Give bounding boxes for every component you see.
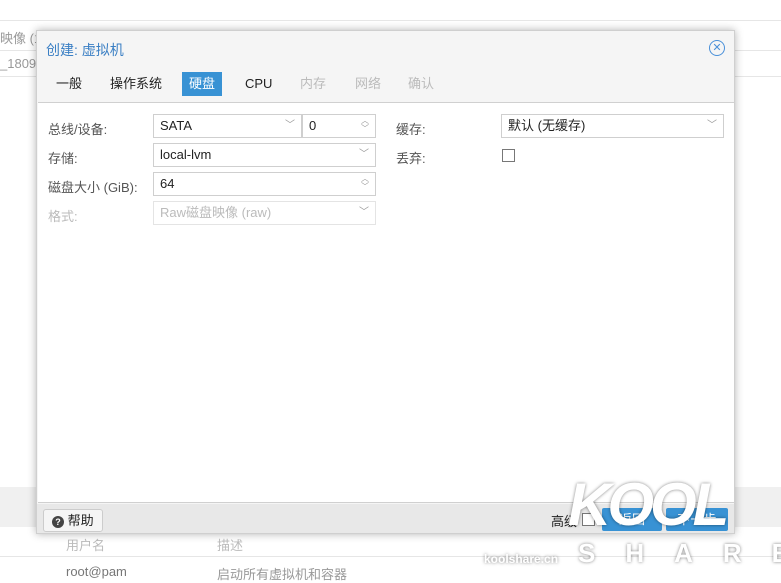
tab-disk[interactable]: 硬盘 [182, 72, 223, 96]
size-input[interactable]: 64 ︿ ﹀ [153, 172, 376, 196]
bus-label: 总线/设备: [48, 122, 108, 137]
chevron-down-icon: ﹀ [707, 120, 717, 131]
tab-memory: 内存 [300, 76, 327, 91]
bg-col-user: 用户名 [66, 538, 106, 553]
tab-cpu[interactable]: CPU [238, 72, 279, 96]
bg-desc: 启动所有虚拟机和容器 [217, 567, 348, 582]
bg-row-text: 映像 (1 [0, 31, 42, 46]
bus-value: SATA [160, 118, 193, 133]
storage-select[interactable]: local-lvm ﹀ [153, 143, 376, 167]
chevron-down-icon: ﹀ [359, 207, 369, 218]
create-vm-dialog: 创建: 虚拟机 ✕ 一般 操作系统 硬盘 CPU 内存 网络 确认 总线/设备:… [36, 30, 735, 534]
size-label: 磁盘大小 (GiB): [48, 180, 138, 195]
size-value: 64 [160, 176, 175, 191]
tab-confirm: 确认 [408, 76, 435, 91]
bg-row-text: _1809 [0, 56, 37, 71]
device-stepper[interactable]: 0 ︿ ﹀ [302, 114, 376, 138]
bg-divider [0, 20, 781, 21]
discard-label: 丢弃: [396, 151, 426, 166]
format-value: Raw磁盘映像 (raw) [160, 205, 272, 220]
tab-general[interactable]: 一般 [49, 72, 89, 96]
koolshare-site: koolshare.cn [484, 552, 559, 566]
device-value: 0 [309, 118, 317, 133]
storage-value: local-lvm [160, 147, 212, 162]
storage-label: 存储: [48, 151, 78, 166]
cache-value: 默认 (无缓存) [508, 118, 586, 133]
disk-panel: 总线/设备: SATA ﹀ 0 ︿ ﹀ 存储: local-lvm ﹀ 磁盘大小 (Gi… [38, 102, 734, 503]
format-label: 格式: [48, 209, 78, 224]
dialog-title: 创建: 虚拟机 [46, 42, 124, 58]
koolshare-logo-share: SHARE [578, 538, 781, 568]
spinner-icon[interactable]: ︿ ﹀ [361, 117, 369, 133]
bg-user: root@pam [66, 564, 127, 579]
bg-col-desc: 描述 [217, 538, 244, 553]
koolshare-logo: KOOL [568, 471, 729, 538]
chevron-down-icon: ﹀ [359, 149, 369, 160]
format-select: Raw磁盘映像 (raw) ﹀ [153, 201, 376, 225]
chevron-down-icon: ﹀ [285, 120, 295, 131]
discard-checkbox[interactable] [502, 149, 515, 162]
cache-label: 缓存: [396, 122, 426, 137]
help-button[interactable]: ? 帮助 [43, 509, 103, 532]
bus-select[interactable]: SATA ﹀ [153, 114, 302, 138]
help-label: 帮助 [67, 513, 94, 528]
spinner-icon[interactable]: ︿ ﹀ [361, 175, 369, 191]
help-icon: ? [52, 516, 64, 528]
close-icon[interactable]: ✕ [709, 40, 725, 56]
tab-os[interactable]: 操作系统 [103, 72, 169, 96]
tab-network: 网络 [355, 76, 382, 91]
cache-select[interactable]: 默认 (无缓存) ﹀ [501, 114, 724, 138]
